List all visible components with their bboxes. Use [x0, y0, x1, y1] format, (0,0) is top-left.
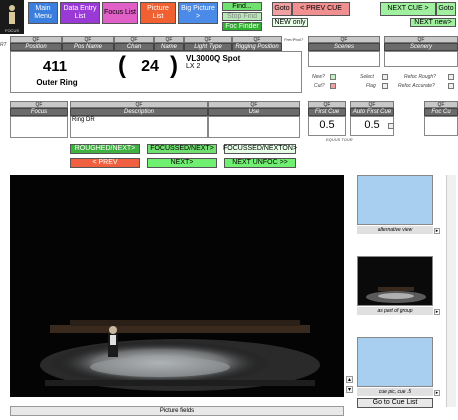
prev-button[interactable]: < PREV: [70, 158, 140, 168]
scenery-field[interactable]: [384, 51, 458, 67]
chan-label: Chan: [114, 43, 154, 51]
first-cue-label: First Cue: [308, 108, 346, 116]
scenes-field[interactable]: [308, 51, 380, 67]
foc-cue-field[interactable]: [424, 116, 458, 136]
stop-find-button[interactable]: Stop Find: [222, 12, 262, 21]
find-button[interactable]: Find...: [222, 2, 262, 11]
rigging-position-label: Rigging Position: [232, 43, 282, 51]
auto-cue-toggle[interactable]: [388, 123, 394, 129]
pool-flag-label: Pool?: [293, 37, 304, 42]
flag-flag-label: Flag: [366, 83, 376, 89]
group-thumbnail[interactable]: [357, 256, 433, 306]
prev-cue-button[interactable]: < PREV CUE: [292, 2, 350, 16]
first-cue-value: 0.5: [319, 119, 335, 131]
use-field[interactable]: [208, 116, 300, 138]
stage-photo: [10, 175, 344, 397]
new-checkbox[interactable]: [330, 74, 336, 80]
alt-view-scroll-icon[interactable]: ▸: [434, 228, 440, 234]
flag-checkbox[interactable]: [382, 83, 388, 89]
qf-focus: QF: [10, 101, 68, 108]
qf-use: QF: [208, 101, 300, 108]
auto-first-cue-label: Auto First Cue: [350, 108, 394, 116]
refoc-accurate-checkbox[interactable]: [448, 83, 454, 89]
focus-field[interactable]: [10, 116, 68, 138]
position-value[interactable]: 411: [30, 58, 80, 75]
next-button[interactable]: NEXT>: [147, 158, 217, 168]
cue-pic-thumbnail[interactable]: [357, 337, 433, 387]
foc-finder-button[interactable]: Foc Finder: [222, 22, 262, 31]
figure-icon: [9, 5, 15, 24]
foc-cue-label: Foc Cu: [424, 108, 458, 116]
next-cue-button[interactable]: NEXT CUE >: [380, 2, 436, 16]
scenery-label: Scenery: [384, 43, 458, 51]
qf-first-cue: QF: [308, 101, 346, 108]
group-caption: as part of group: [357, 307, 433, 315]
alt-view-caption: alternative view: [357, 226, 433, 234]
focussed-next-button[interactable]: FOCUSSED/NEXT>: [147, 144, 217, 154]
qf-rigging: QF: [232, 36, 282, 43]
equus-tour-label: EQUUS TOUR: [326, 137, 353, 142]
open-paren: (: [118, 52, 126, 79]
logo-text: FOCUS: [5, 28, 19, 33]
focussed-nexton-button[interactable]: FOCUSSED/NEXTON>: [223, 144, 297, 154]
data-entry-list-button[interactable]: Data Entry List: [60, 2, 100, 24]
new-flag-label: New?: [312, 74, 325, 80]
main-picture[interactable]: [10, 175, 344, 397]
qf-name: QF: [154, 36, 184, 43]
qf-pos-name: QF: [62, 36, 114, 43]
refoc-rough-checkbox[interactable]: [448, 74, 454, 80]
select-checkbox[interactable]: [382, 74, 388, 80]
cue-pic-scroll-icon[interactable]: ▸: [434, 390, 440, 396]
big-picture-button[interactable]: Big Picture >: [178, 2, 218, 24]
right-scrollbar[interactable]: [446, 175, 456, 407]
close-paren: ): [170, 52, 178, 79]
next-unfoc-button[interactable]: NEXT UNFOC >>: [224, 158, 296, 168]
refoc-rough-label: Refoc Rough?: [404, 74, 436, 80]
qf-scenery: QF: [384, 36, 458, 43]
next-new-button[interactable]: NEXT new>: [410, 18, 456, 27]
cue-pic-caption: cue pic, cue .5: [357, 388, 433, 396]
picture-list-button[interactable]: Picture List: [140, 2, 176, 24]
main-menu-button[interactable]: Main Menu: [28, 2, 58, 24]
position-label: Position: [10, 43, 62, 51]
qf-description: QF: [70, 101, 208, 108]
goto-cue-list-button[interactable]: Go to Cue List: [357, 398, 433, 408]
position-name-value[interactable]: Outer Ring: [12, 78, 102, 87]
description-value: Ring DR: [72, 117, 95, 123]
qf-position: QF: [10, 36, 62, 43]
goto-prev-button[interactable]: Goto: [272, 2, 292, 16]
qf-auto-first-cue: QF: [350, 101, 394, 108]
scroll-down-icon[interactable]: ▾: [346, 386, 353, 393]
app-logo: FOCUS: [0, 0, 24, 34]
qf-chan: QF: [114, 36, 154, 43]
cut-flag-label: Cut?: [314, 83, 325, 89]
chan-value[interactable]: 24: [132, 58, 168, 76]
rt-label: RT: [0, 42, 7, 48]
qf-foc-cue: QF: [424, 101, 458, 108]
picture-fields-label: Picture fields: [10, 406, 344, 416]
light-type-sub[interactable]: LX 2: [186, 63, 200, 70]
use-label: Use: [208, 108, 300, 116]
group-photo: [366, 287, 426, 303]
select-flag-label: Select: [360, 74, 374, 80]
description-label: Description: [70, 108, 208, 116]
focus-label: Focus: [10, 108, 68, 116]
qf-scenes: QF: [308, 36, 380, 43]
pos-name-label: Pos Name: [62, 43, 114, 51]
goto-next-button[interactable]: Goto: [436, 2, 456, 16]
group-scroll-icon[interactable]: ▸: [434, 309, 440, 315]
scroll-up-icon[interactable]: ▴: [346, 376, 353, 383]
new-only-toggle[interactable]: NEW only: [272, 18, 308, 27]
alt-view-thumbnail[interactable]: [357, 175, 433, 225]
name-label: Name: [154, 43, 184, 51]
roughed-next-button[interactable]: ROUGHED/NEXT>: [70, 144, 140, 154]
light-type-value[interactable]: VL3000Q Spot: [186, 54, 240, 63]
cut-checkbox[interactable]: [330, 83, 336, 89]
focus-list-button[interactable]: Focus List: [102, 2, 138, 24]
light-type-label: Light Type: [184, 43, 232, 51]
qf-light-type: QF: [184, 36, 232, 43]
refoc-accurate-label: Refoc Accurate?: [398, 83, 435, 89]
scenes-label: Scenes: [308, 43, 380, 51]
